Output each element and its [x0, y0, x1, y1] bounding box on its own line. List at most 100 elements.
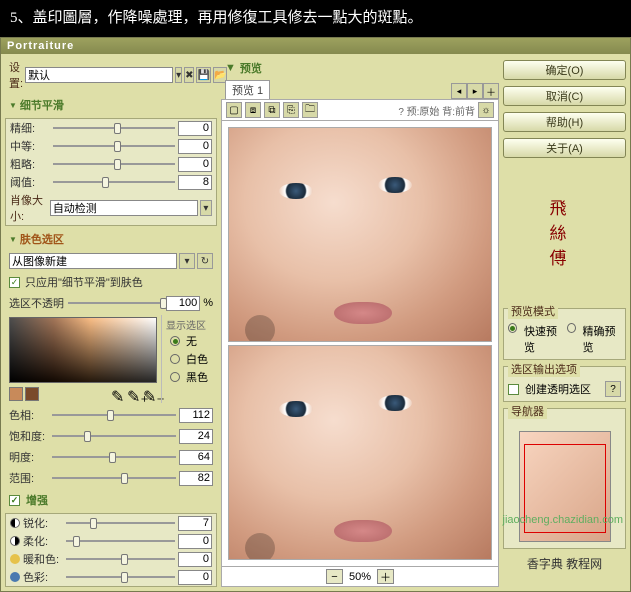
warm-label: 暖和色:	[23, 551, 63, 567]
about-button[interactable]: 关于(A)	[503, 138, 626, 158]
add-tab-icon[interactable]: ＋	[483, 83, 499, 99]
cancel-button[interactable]: 取消(C)	[503, 86, 626, 106]
medium-slider[interactable]	[53, 140, 175, 152]
ok-button[interactable]: 确定(O)	[503, 60, 626, 80]
soften-value[interactable]	[178, 534, 212, 549]
zoom-level: 50%	[349, 571, 371, 583]
detail-smooth-header[interactable]: ▼细节平滑	[5, 95, 217, 115]
fine-value[interactable]	[178, 121, 212, 136]
zoom-out-button[interactable]: −	[326, 569, 343, 584]
eyedropper-add-icon[interactable]: ✎₊	[127, 387, 141, 401]
tab-next-icon[interactable]: ▸	[467, 83, 483, 99]
dialog-title: Portraiture	[1, 38, 630, 54]
fine-label: 精细:	[10, 120, 50, 136]
skin-mask-header[interactable]: ▼肤色选区	[5, 229, 217, 249]
sharpen-icon	[10, 518, 20, 528]
brand-calligraphy: 飛絲傅	[550, 166, 580, 296]
hue-label: 色相:	[9, 407, 49, 423]
warm-icon	[10, 554, 20, 564]
range-label: 范围:	[9, 470, 49, 486]
lum-value[interactable]	[179, 450, 213, 465]
soften-label: 柔化:	[23, 533, 63, 549]
preview-top-image[interactable]	[228, 127, 492, 342]
warm-value[interactable]	[178, 552, 212, 567]
coarse-label: 粗略:	[10, 156, 50, 172]
percent-unit: %	[203, 297, 213, 309]
hue-slider[interactable]	[52, 409, 176, 421]
mask-white-radio[interactable]	[170, 354, 180, 364]
range-slider[interactable]	[52, 472, 176, 484]
medium-value[interactable]	[178, 139, 212, 154]
sun-icon[interactable]: ☼	[478, 102, 494, 118]
tint-value[interactable]	[178, 570, 212, 585]
mask-refresh-icon[interactable]: ↻	[197, 253, 213, 269]
tint-icon	[10, 572, 20, 582]
sat-label: 饱和度:	[9, 428, 49, 444]
coarse-slider[interactable]	[53, 158, 175, 170]
preview-sub-label: ? 预:原始 背:前背	[398, 103, 475, 118]
threshold-label: 阈值:	[10, 174, 50, 190]
sharpen-value[interactable]	[178, 516, 212, 531]
view-single-icon[interactable]: ▢	[226, 102, 242, 118]
create-alpha-checkbox[interactable]: ✓	[508, 384, 519, 395]
only-apply-label: 只应用"细节平滑"到肤色	[25, 274, 143, 290]
sharpen-slider[interactable]	[66, 517, 175, 529]
soften-icon	[10, 536, 20, 546]
mask-out-title: 选区输出选项	[508, 361, 580, 377]
create-alpha-label: 创建透明选区	[525, 381, 591, 397]
settings-label: 设置:	[9, 59, 23, 91]
hue-value[interactable]	[179, 408, 213, 423]
warm-slider[interactable]	[66, 553, 175, 565]
delete-preset-icon[interactable]: ✖	[184, 67, 194, 83]
fine-slider[interactable]	[53, 122, 175, 134]
threshold-value[interactable]	[178, 175, 212, 190]
lum-slider[interactable]	[52, 451, 176, 463]
mask-opacity-slider[interactable]	[68, 297, 163, 309]
portrait-size-arrow-icon[interactable]: ▾	[200, 200, 212, 216]
precise-preview-radio[interactable]	[567, 323, 576, 333]
info-icon[interactable]: ?	[605, 381, 621, 397]
folder-icon[interactable]: 🗀	[302, 102, 318, 118]
tab-prev-icon[interactable]: ◂	[451, 83, 467, 99]
preview-tab-1[interactable]: 预览 1	[225, 80, 270, 99]
mask-opacity-label: 选区不透明	[9, 295, 65, 311]
swatch-2[interactable]	[25, 387, 39, 401]
eyedropper-icon[interactable]: ✎	[111, 387, 125, 401]
help-button[interactable]: 帮助(H)	[503, 112, 626, 132]
range-value[interactable]	[179, 471, 213, 486]
save-preset-icon[interactable]: 💾	[196, 67, 210, 83]
mask-source-dropdown[interactable]	[9, 253, 177, 269]
mask-src-arrow-icon[interactable]: ▾	[179, 253, 195, 269]
preview-toolbar: ▢ ⧈ ⧉ ⎘ 🗀 ? 预:原始 背:前背 ☼	[221, 99, 499, 121]
swatch-1[interactable]	[9, 387, 23, 401]
mask-black-radio[interactable]	[170, 372, 180, 382]
lum-label: 明度:	[9, 449, 49, 465]
eyedropper-sub-icon[interactable]: ✎₋	[143, 387, 157, 401]
skin-color-picker[interactable]	[9, 317, 157, 383]
sat-value[interactable]	[179, 429, 213, 444]
view-split-v-icon[interactable]: ⧉	[264, 102, 280, 118]
mask-opacity-value[interactable]	[166, 296, 200, 311]
enhance-checkbox[interactable]: ✓	[9, 495, 20, 506]
enhance-header[interactable]: ✓增强	[5, 490, 217, 510]
page-caption: 5、盖印圖層，作降噪處理，再用修復工具修去一點大的斑點。	[0, 0, 631, 37]
preview-bottom-image[interactable]	[228, 345, 492, 560]
fast-preview-radio[interactable]	[508, 323, 517, 333]
threshold-slider[interactable]	[53, 176, 175, 188]
only-apply-checkbox[interactable]: ✓	[9, 277, 20, 288]
preview-heading: 预览	[240, 60, 262, 76]
navigator-title: 导航器	[508, 403, 547, 419]
side-logo-text: 香字典 教程网	[503, 555, 626, 572]
tint-slider[interactable]	[66, 571, 175, 583]
soften-slider[interactable]	[66, 535, 175, 547]
preset-dropdown[interactable]	[25, 67, 173, 83]
view-split-h-icon[interactable]: ⧈	[245, 102, 261, 118]
zoom-in-button[interactable]: ＋	[377, 569, 394, 584]
coarse-value[interactable]	[178, 157, 212, 172]
dropdown-arrow-icon[interactable]: ▾	[175, 67, 182, 83]
mask-none-radio[interactable]	[170, 336, 180, 346]
portrait-size-dropdown[interactable]	[50, 200, 198, 216]
sat-slider[interactable]	[52, 430, 176, 442]
copy-icon[interactable]: ⎘	[283, 102, 299, 118]
sharpen-label: 锐化:	[23, 515, 63, 531]
